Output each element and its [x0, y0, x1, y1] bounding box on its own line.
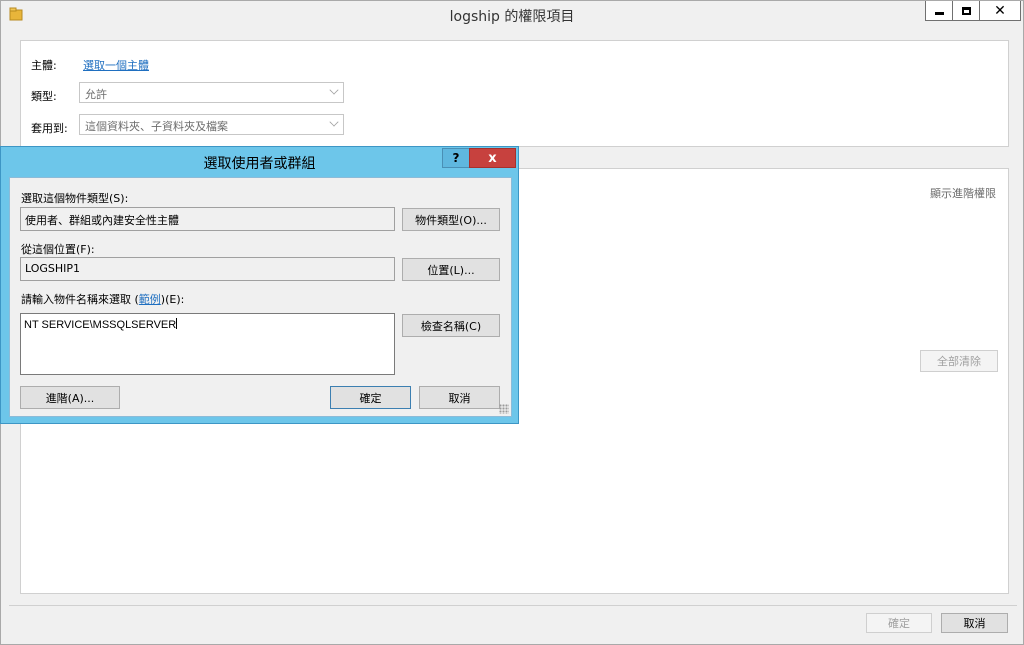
object-names-input-value: NT SERVICE\MSSQLSERVER — [24, 319, 177, 331]
clear-all-button[interactable]: 全部清除 — [920, 350, 998, 372]
location-field: LOGSHIP1 — [20, 257, 395, 281]
dialog-close-button[interactable]: x — [469, 148, 516, 168]
close-button[interactable]: ✕ — [979, 1, 1021, 21]
select-users-dialog: 選取使用者或群組 ? x 選取這個物件類型(S): 使用者、群組或內建安全性主體… — [0, 146, 519, 424]
applies-to-select[interactable]: 這個資料夾、子資料夾及檔案 — [79, 114, 344, 135]
examples-link[interactable]: 範例 — [139, 293, 161, 306]
footer-divider — [9, 605, 1017, 606]
applies-to-label: 套用到: — [31, 122, 68, 135]
window-titlebar[interactable]: logship 的權限項目 ✕ — [1, 1, 1023, 29]
help-icon: ? — [452, 151, 460, 165]
object-types-button[interactable]: 物件類型(O)... — [402, 208, 500, 231]
advanced-button[interactable]: 進階(A)... — [20, 386, 120, 409]
locations-button[interactable]: 位置(L)... — [402, 258, 500, 281]
type-select[interactable]: 允許 — [79, 82, 344, 103]
chevron-down-icon — [329, 85, 339, 95]
select-principal-link[interactable]: 選取一個主體 — [83, 57, 149, 73]
minimize-button[interactable] — [925, 1, 953, 21]
entry-settings-panel: 主體: 選取一個主體 類型: 允許 套用到: 這個資料夾、子資料夾及檔案 — [20, 40, 1009, 147]
principal-label: 主體: — [31, 59, 57, 72]
dialog-body: 選取這個物件類型(S): 使用者、群組或內建安全性主體 物件類型(O)... 從… — [9, 177, 512, 417]
close-icon: x — [488, 150, 497, 166]
object-type-label: 選取這個物件類型(S): — [21, 192, 129, 205]
check-names-button[interactable]: 檢查名稱(C) — [402, 314, 500, 337]
help-button[interactable]: ? — [442, 148, 470, 168]
object-type-field: 使用者、群組或內建安全性主體 — [20, 207, 395, 231]
minimize-icon — [934, 11, 944, 15]
window-title: logship 的權限項目 — [449, 9, 575, 25]
chevron-down-icon — [329, 117, 339, 127]
ok-button[interactable]: 確定 — [866, 613, 932, 633]
text-caret — [176, 318, 178, 329]
type-label: 類型: — [31, 90, 57, 103]
object-names-label: 請輸入物件名稱來選取 (範例)(E): — [21, 291, 184, 307]
object-names-label-suffix: )(E): — [160, 293, 185, 306]
show-advanced-permissions-link[interactable]: 顯示進階權限 — [930, 185, 996, 201]
object-names-input[interactable]: NT SERVICE\MSSQLSERVER — [20, 313, 395, 375]
dialog-ok-button[interactable]: 確定 — [330, 386, 411, 409]
location-label: 從這個位置(F): — [21, 243, 95, 256]
type-select-value: 允許 — [85, 88, 107, 101]
close-icon: ✕ — [994, 2, 1006, 19]
dialog-cancel-button[interactable]: 取消 — [419, 386, 500, 409]
resize-grip-icon[interactable] — [499, 404, 509, 414]
cancel-button[interactable]: 取消 — [941, 613, 1008, 633]
maximize-button[interactable] — [952, 1, 980, 21]
object-names-label-prefix: 請輸入物件名稱來選取 ( — [21, 293, 139, 306]
maximize-icon — [961, 6, 971, 15]
applies-to-select-value: 這個資料夾、子資料夾及檔案 — [85, 120, 228, 133]
dialog-title: 選取使用者或群組 — [203, 156, 316, 172]
